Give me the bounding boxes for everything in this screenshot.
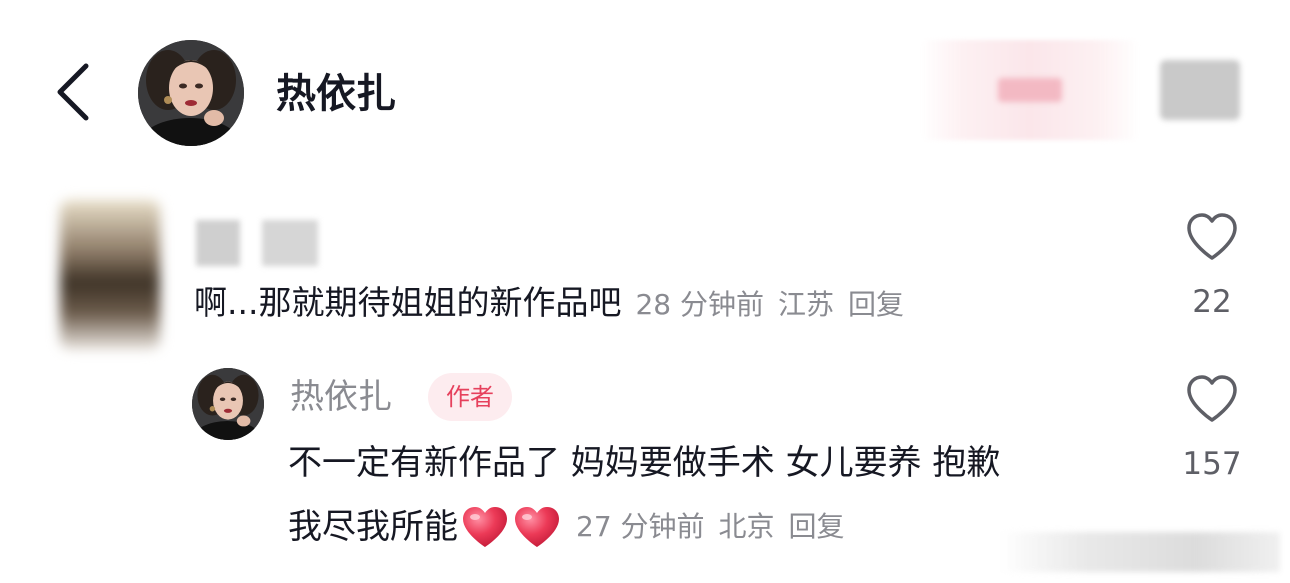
like-count: 157 (1182, 446, 1242, 482)
back-button[interactable] (52, 60, 96, 124)
chevron-left-icon (57, 63, 89, 121)
like-count: 22 (1192, 284, 1232, 320)
commenter-name-blurred (196, 220, 240, 266)
commenter-avatar-blurred[interactable] (60, 200, 160, 350)
blurred-watermark (1000, 532, 1280, 572)
reply-avatar[interactable] (192, 368, 264, 440)
reply-username[interactable]: 热依扎 (290, 374, 392, 420)
reply-row: 我尽我所能 27 分钟前 北京 回复 (288, 504, 859, 550)
author-badge: 作者 (428, 373, 512, 421)
comment-text: 啊...那就期待姐姐的新作品吧 (194, 283, 622, 322)
avatar-portrait (138, 40, 244, 146)
like-column: 22 (1172, 212, 1252, 320)
heart-outline-icon[interactable] (1185, 374, 1239, 424)
reply-button[interactable]: 回复 (848, 288, 904, 321)
heart-emoji-icon (463, 507, 507, 547)
avatar-portrait (192, 368, 264, 440)
header-avatar[interactable] (138, 40, 244, 146)
heart-emoji-icon (515, 507, 559, 547)
comment-time: 28 分钟前 (635, 288, 765, 321)
commenter-name-blurred (262, 220, 318, 266)
reply-text-line1: 不一定有新作品了 妈妈要做手术 女儿要养 抱歉 (288, 443, 1001, 483)
blurred-region (1160, 60, 1240, 120)
reply-location: 北京 (718, 510, 775, 543)
heart-outline-icon[interactable] (1185, 212, 1239, 262)
like-column: 157 (1172, 374, 1252, 482)
header-username[interactable]: 热依扎 (276, 68, 396, 120)
comment-row: 啊...那就期待姐姐的新作品吧 28 分钟前 江苏 回复 (194, 282, 918, 326)
reply-button[interactable]: 回复 (789, 510, 845, 543)
reply-time: 27 分钟前 (576, 510, 705, 543)
comment-meta: 28 分钟前 江苏 回复 (635, 288, 918, 321)
blurred-region (998, 78, 1062, 102)
comment-location: 江苏 (778, 288, 835, 321)
reply-text-line2: 我尽我所能 (288, 507, 458, 547)
reply-meta: 27 分钟前 北京 回复 (576, 504, 859, 550)
